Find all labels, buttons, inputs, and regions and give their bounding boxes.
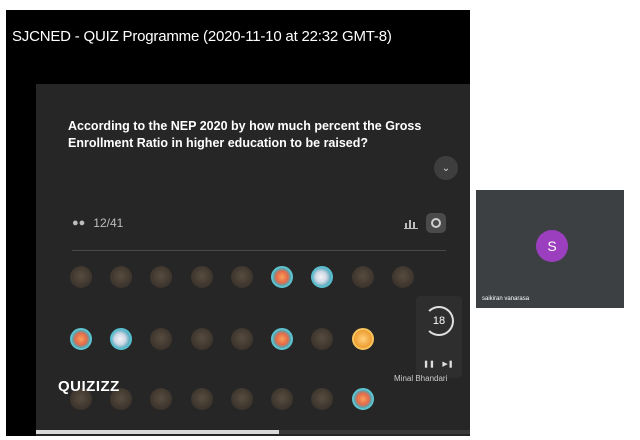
participant-name: saikiran vanarasa xyxy=(482,296,530,302)
player-avatar xyxy=(271,388,293,410)
player-avatar xyxy=(70,266,92,288)
player-avatar xyxy=(352,328,374,350)
participant-avatar: S xyxy=(536,230,568,262)
question-text: According to the NEP 2020 by how much pe… xyxy=(68,119,422,150)
player-avatar xyxy=(191,266,213,288)
bar-chart-icon[interactable] xyxy=(404,217,418,229)
presentation-title: SJCNED - QUIZ Programme (2020-11-10 at 2… xyxy=(12,28,392,45)
people-icon: ●● xyxy=(72,217,86,229)
timer-ring: 18 xyxy=(424,306,454,336)
player-avatar xyxy=(311,328,333,350)
player-avatar xyxy=(191,328,213,350)
divider xyxy=(72,250,446,251)
user-icon[interactable] xyxy=(426,213,446,233)
player-avatar xyxy=(150,328,172,350)
player-avatar xyxy=(150,266,172,288)
participant-tile[interactable]: S saikiran vanarasa xyxy=(476,190,624,308)
player-avatar xyxy=(110,328,132,350)
chevron-down-icon[interactable]: ⌄ xyxy=(434,156,458,180)
players-counter: ●● 12/41 xyxy=(72,216,123,230)
player-avatar xyxy=(231,266,253,288)
player-avatar xyxy=(352,266,374,288)
player-avatar xyxy=(110,266,132,288)
shared-screen: SJCNED - QUIZ Programme (2020-11-10 at 2… xyxy=(6,10,470,436)
player-avatar xyxy=(311,266,333,288)
progress-bar xyxy=(36,430,470,434)
timer-value: 18 xyxy=(432,315,446,327)
player-avatar xyxy=(231,328,253,350)
player-avatar xyxy=(150,388,172,410)
player-avatar xyxy=(311,388,333,410)
player-avatar xyxy=(231,388,253,410)
quizizz-logo: QUIZIZZ xyxy=(58,378,120,395)
players-count: 12/41 xyxy=(93,216,124,230)
player-avatar xyxy=(191,388,213,410)
player-avatar xyxy=(271,328,293,350)
player-avatar xyxy=(392,266,414,288)
skip-icon[interactable]: ▶❚ xyxy=(442,358,454,370)
meeting-stage: SJCNED - QUIZ Programme (2020-11-10 at 2… xyxy=(0,0,640,440)
quiz-panel: According to the NEP 2020 by how much pe… xyxy=(36,84,470,436)
pause-icon[interactable]: ❚❚ xyxy=(423,358,435,370)
progress-fill xyxy=(36,430,280,434)
player-avatar xyxy=(271,266,293,288)
player-avatar xyxy=(70,328,92,350)
player-avatar xyxy=(352,388,374,410)
player-name: Minal Bhandari xyxy=(394,374,448,383)
timer-widget: 18 ❚❚ ▶❚ xyxy=(416,296,462,378)
